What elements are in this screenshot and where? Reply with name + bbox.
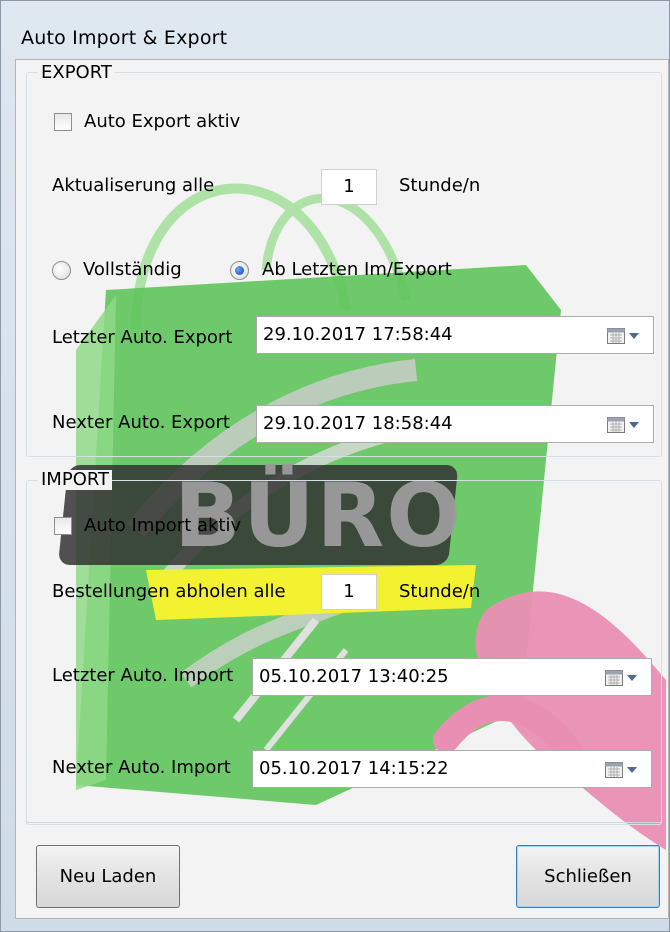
window-title: Auto Import & Export	[21, 27, 228, 49]
chevron-down-icon[interactable]	[627, 767, 637, 773]
footer-separator	[26, 822, 662, 823]
last-export-label: Letzter Auto. Export	[52, 327, 233, 348]
export-mode-full-label[interactable]: Vollständig	[83, 259, 182, 281]
next-import-datepicker[interactable]: 05.10.2017 14:15:22	[252, 750, 652, 788]
last-import-datepicker[interactable]: 05.10.2017 13:40:25	[252, 658, 652, 696]
next-export-value: 29.10.2017 18:58:44	[263, 413, 453, 434]
last-import-value: 05.10.2017 13:40:25	[259, 666, 449, 687]
import-interval-input[interactable]: 1	[321, 574, 377, 610]
calendar-icon[interactable]	[605, 762, 623, 778]
export-interval-label: Aktualiserung alle	[52, 175, 215, 196]
auto-import-label[interactable]: Auto Import aktiv	[84, 515, 241, 537]
auto-import-checkbox[interactable]	[54, 517, 72, 535]
calendar-icon[interactable]	[605, 670, 623, 686]
next-export-label: Nexter Auto. Export	[52, 412, 230, 433]
next-import-label: Nexter Auto. Import	[52, 757, 231, 778]
export-mode-since-last-radio[interactable]	[230, 261, 249, 280]
close-button[interactable]: Schließen	[516, 845, 660, 908]
last-import-label: Letzter Auto. Import	[52, 665, 234, 686]
export-mode-full-radio[interactable]	[52, 261, 71, 280]
export-interval-unit: Stunde/n	[399, 175, 481, 196]
import-group-legend: IMPORT	[38, 470, 113, 490]
export-group-legend: EXPORT	[38, 63, 115, 83]
import-interval-label: Bestellungen abholen alle	[52, 581, 286, 602]
reload-button[interactable]: Neu Laden	[36, 845, 180, 908]
auto-export-checkbox[interactable]	[54, 113, 72, 131]
window: Auto Import & Export BÜRO EXPORT Auto Ex…	[0, 0, 670, 932]
last-export-datepicker[interactable]: 29.10.2017 17:58:44	[256, 316, 654, 354]
auto-export-label[interactable]: Auto Export aktiv	[84, 111, 240, 133]
export-mode-since-last-label[interactable]: Ab Letzten Im/Export	[262, 259, 452, 281]
chevron-down-icon[interactable]	[629, 422, 639, 428]
export-interval-input[interactable]: 1	[321, 169, 377, 205]
next-export-datepicker[interactable]: 29.10.2017 18:58:44	[256, 405, 654, 443]
dialog-client-area: BÜRO EXPORT Auto Export aktiv Aktualiser…	[15, 59, 669, 919]
last-export-value: 29.10.2017 17:58:44	[263, 324, 453, 345]
import-interval-unit: Stunde/n	[399, 581, 481, 602]
chevron-down-icon[interactable]	[629, 333, 639, 339]
calendar-icon[interactable]	[607, 328, 625, 344]
next-import-value: 05.10.2017 14:15:22	[259, 758, 449, 779]
chevron-down-icon[interactable]	[627, 675, 637, 681]
calendar-icon[interactable]	[607, 417, 625, 433]
